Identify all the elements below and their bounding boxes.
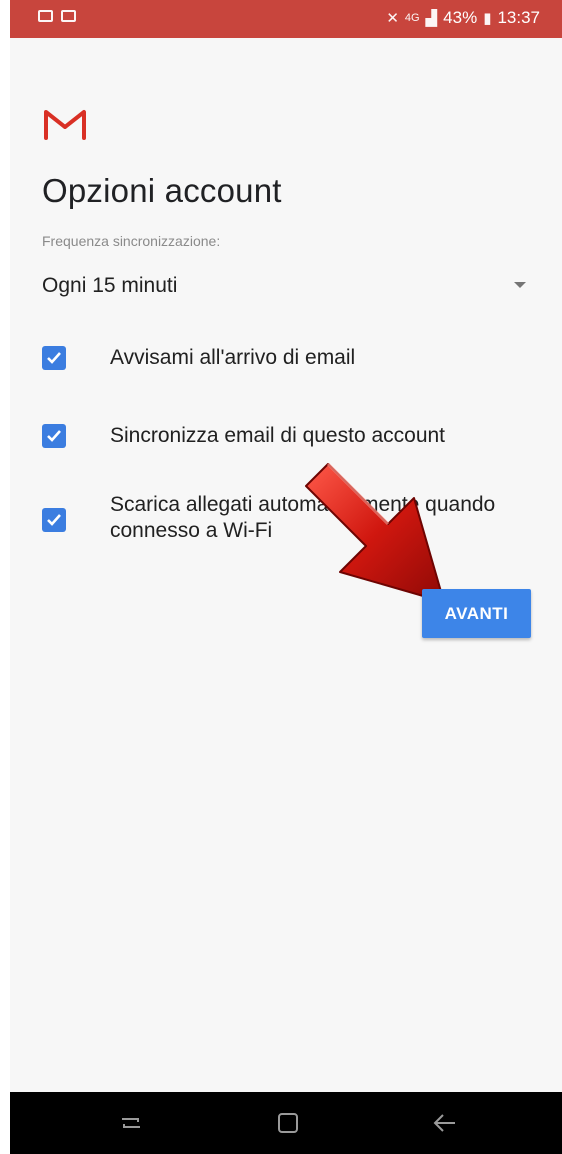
check-icon bbox=[47, 514, 61, 526]
red-arrow-icon bbox=[305, 462, 445, 603]
status-bar: ✕ 4G ▟ 43% ▮ 13:37 bbox=[10, 0, 562, 38]
checkbox-download-attachments[interactable] bbox=[42, 508, 66, 532]
home-icon[interactable] bbox=[271, 1106, 305, 1140]
gmail-logo-icon bbox=[44, 110, 86, 140]
option-label: Sincronizza email di questo account bbox=[110, 424, 446, 447]
sync-frequency-label: Frequenza sincronizzazione: bbox=[42, 233, 221, 249]
option-label: Avvisami all'arrivo di email bbox=[110, 346, 356, 369]
battery-icon: ▮ bbox=[483, 10, 492, 27]
checkbox-notify-email[interactable] bbox=[42, 346, 66, 370]
status-bar-system: ✕ 4G ▟ 43% ▮ 13:37 bbox=[386, 8, 540, 28]
sync-frequency-value: Ogni 15 minuti bbox=[42, 274, 178, 297]
dropdown-arrow-icon bbox=[514, 282, 526, 288]
recent-apps-icon[interactable] bbox=[114, 1106, 148, 1140]
signal-bars-icon: ▟ bbox=[425, 10, 438, 27]
check-icon bbox=[47, 352, 61, 364]
mute-icon: ✕ bbox=[386, 10, 399, 27]
gallery-icon bbox=[38, 10, 53, 22]
check-icon bbox=[47, 430, 61, 442]
navigation-bar bbox=[10, 1092, 562, 1154]
clock: 13:37 bbox=[497, 8, 540, 27]
page-title: Opzioni account bbox=[42, 172, 282, 209]
sync-frequency-select[interactable]: Ogni 15 minuti bbox=[42, 270, 526, 306]
screen: ✕ 4G ▟ 43% ▮ 13:37 Opzioni account Frequ… bbox=[10, 0, 562, 1154]
option-sync-email[interactable]: Sincronizza email di questo account bbox=[42, 421, 552, 451]
battery-percent: 43% bbox=[443, 8, 478, 27]
signal-icon: 4G bbox=[404, 12, 420, 24]
next-button[interactable]: AVANTI bbox=[422, 589, 531, 638]
image-icon bbox=[61, 10, 76, 22]
back-icon[interactable] bbox=[428, 1106, 462, 1140]
checkbox-sync-email[interactable] bbox=[42, 424, 66, 448]
status-bar-notifications bbox=[38, 10, 76, 22]
option-notify-email[interactable]: Avvisami all'arrivo di email bbox=[42, 343, 552, 373]
